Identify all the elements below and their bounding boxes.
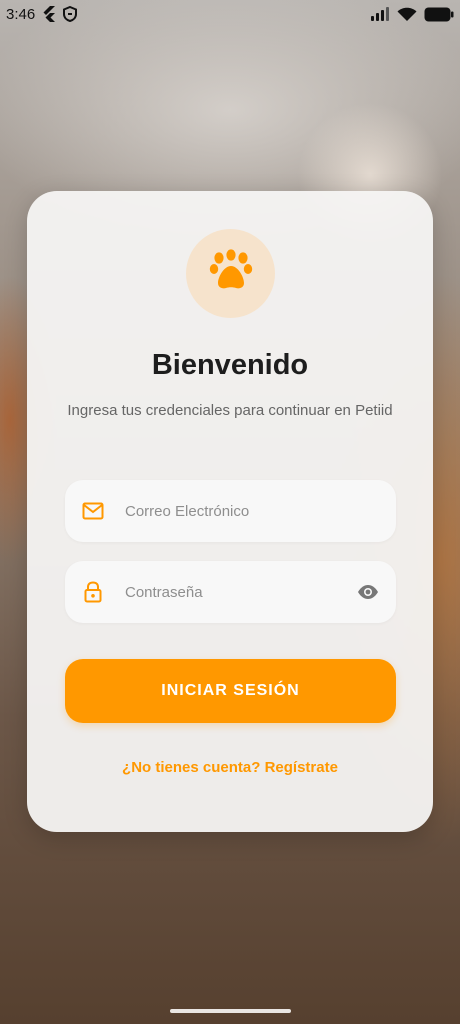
login-button[interactable]: INICIAR SESIÓN (65, 659, 396, 723)
status-right (370, 7, 454, 22)
welcome-title: Bienvenido (151, 349, 309, 381)
flutter-icon (42, 6, 56, 22)
home-indicator[interactable] (170, 1009, 291, 1013)
battery-icon (424, 7, 454, 22)
status-left: 3:46 (6, 5, 78, 23)
email-field[interactable] (65, 480, 396, 542)
paw-icon (209, 249, 253, 298)
welcome-subtitle: Ingresa tus credenciales para continuar … (67, 402, 393, 419)
status-time: 3:46 (6, 5, 36, 23)
email-input[interactable] (123, 501, 380, 521)
app-logo (186, 229, 275, 318)
password-input[interactable] (123, 582, 356, 602)
shield-icon (63, 6, 78, 22)
eye-icon[interactable] (356, 580, 380, 604)
register-link[interactable]: ¿No tienes cuenta? Regístrate (27, 759, 433, 776)
wifi-icon (397, 7, 417, 22)
lock-icon (81, 580, 105, 604)
password-field[interactable] (65, 561, 396, 623)
login-card: Bienvenido Ingresa tus credenciales para… (27, 191, 433, 832)
signal-icon (370, 7, 390, 21)
status-bar: 3:46 (0, 0, 460, 28)
mail-icon (81, 499, 105, 523)
